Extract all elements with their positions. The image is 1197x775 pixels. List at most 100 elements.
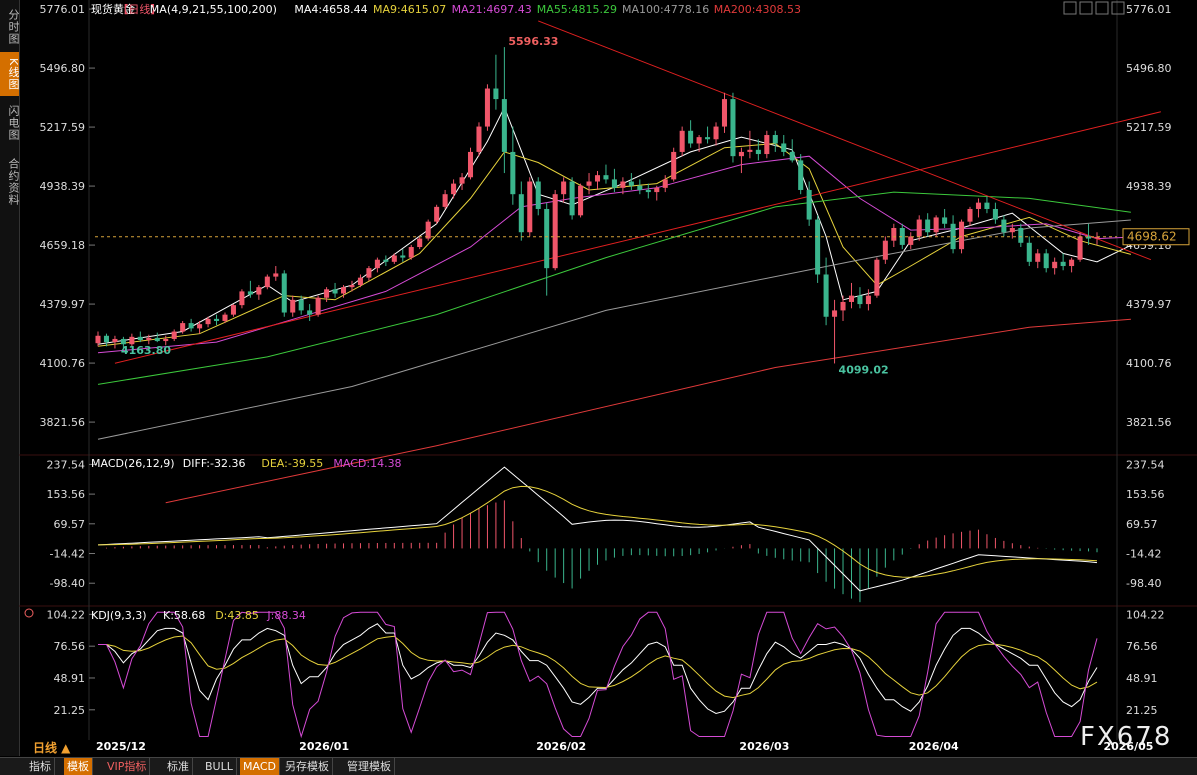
- candle-body: [383, 259, 389, 262]
- side-tab-1[interactable]: K线图: [0, 52, 20, 96]
- side-tab-2[interactable]: 闪电图: [0, 100, 20, 146]
- toolbar-item-5[interactable]: MACD: [240, 758, 280, 775]
- macd-tick-left-4: -98.40: [50, 577, 85, 590]
- window-tool-0[interactable]: [1063, 1, 1077, 15]
- candle-body: [188, 323, 194, 329]
- side-tab-3[interactable]: 合约资料: [0, 150, 20, 214]
- window-tool-1[interactable]: [1079, 1, 1093, 15]
- candle-body: [823, 274, 829, 317]
- macd-tick-left-2: 69.57: [54, 518, 86, 531]
- toolbar-item-4[interactable]: BULL: [202, 758, 237, 775]
- candle-body: [815, 219, 821, 275]
- candle-body: [154, 337, 160, 342]
- side-tab-0[interactable]: 分时图: [0, 6, 20, 48]
- candle-body: [959, 221, 965, 250]
- toolbar-item-2[interactable]: VIP指标: [104, 758, 151, 775]
- candle-body: [857, 295, 863, 305]
- candle-body: [908, 236, 914, 245]
- candle-body: [501, 99, 507, 152]
- candle-body: [569, 181, 575, 216]
- watermark: FX678: [1080, 722, 1173, 752]
- candle-body: [146, 337, 152, 340]
- candle-body: [273, 273, 279, 277]
- main-tick-left-2: 5217.59: [40, 121, 86, 134]
- main-tick-right-6: 4100.76: [1126, 357, 1172, 370]
- candle-body: [637, 185, 643, 190]
- main-tick-left-6: 4100.76: [40, 357, 86, 370]
- macd-diff: DIFF:-32.36: [183, 457, 246, 470]
- candle-body: [1026, 242, 1032, 262]
- kdj-title: KDJ(9,3,3): [91, 609, 147, 622]
- toolbar-item-0[interactable]: 指标: [26, 758, 55, 775]
- toolbar-item-1[interactable]: 模板: [64, 758, 93, 775]
- candle-body: [925, 219, 931, 233]
- candle-body: [290, 299, 296, 313]
- window-tool-3[interactable]: [1111, 1, 1125, 15]
- main-tick-left-7: 3821.56: [40, 416, 86, 429]
- candle-body: [891, 228, 897, 241]
- candle-body: [425, 221, 431, 239]
- candle-body: [713, 126, 719, 140]
- candle-body: [738, 151, 744, 157]
- candle-body: [705, 137, 711, 140]
- ma-value-3: MA55:4815.29: [537, 3, 617, 16]
- candle-body: [214, 318, 220, 321]
- main-tick-left-0: 5776.01: [40, 3, 86, 16]
- x-axis-label-1: 2026/01: [299, 740, 349, 753]
- candle-body: [942, 217, 948, 224]
- window-tool-2[interactable]: [1095, 1, 1109, 15]
- macd-macd: MACD:14.38: [333, 457, 401, 470]
- start-annotation: 4163.80: [121, 344, 171, 357]
- main-tick-right-3: 4938.39: [1126, 180, 1172, 193]
- kdj-tick-left-1: 76.56: [54, 640, 86, 653]
- candle-body: [984, 202, 990, 209]
- price-chart[interactable]: 5776.01 5776.01 5496.80 5496.80 5217.59 5217.…: [19, 0, 1197, 756]
- candle-body: [840, 301, 846, 311]
- toolbar-item-6[interactable]: 另存模板: [282, 758, 333, 775]
- x-axis-label-4: 2026/04: [909, 740, 959, 753]
- candle-body: [874, 259, 880, 296]
- candle-body: [171, 331, 177, 339]
- kdj-tick-left-3: 21.25: [54, 704, 86, 717]
- toolbar-item-3[interactable]: 标准: [164, 758, 193, 775]
- candle-body: [205, 318, 211, 325]
- kdj-d: D:43.85: [215, 609, 259, 622]
- candle-body: [307, 310, 313, 315]
- main-tick-right-2: 5217.59: [1126, 121, 1172, 134]
- candle-body: [1001, 219, 1007, 233]
- candle-body: [332, 289, 338, 294]
- candle-body: [594, 175, 601, 182]
- kdj-settings-icon: [24, 608, 34, 618]
- main-tick-right-1: 5496.80: [1126, 62, 1172, 75]
- candle-body: [103, 335, 109, 343]
- candle-body: [586, 181, 592, 186]
- trendline-up: [114, 111, 1161, 364]
- candle-body: [992, 208, 998, 220]
- main-tick-left-4: 4659.18: [40, 239, 86, 252]
- candle-body: [865, 295, 871, 305]
- candle-body: [755, 149, 761, 155]
- candle-body: [349, 285, 355, 288]
- candle-body: [578, 185, 584, 216]
- side-tabs: 分时图 K线图闪电图合约资料: [0, 0, 20, 756]
- trendline-down: [538, 20, 1152, 261]
- period-selector[interactable]: 日线 ▲: [33, 740, 71, 755]
- x-axis-label-0: 2025/12: [96, 740, 146, 753]
- kdj-tick-right-1: 76.56: [1126, 640, 1158, 653]
- candle-body: [417, 238, 423, 248]
- main-tick-right-5: 4379.97: [1126, 298, 1172, 311]
- macd-tick-left-0: 237.54: [47, 458, 86, 471]
- candle-body: [1043, 253, 1049, 269]
- ma-line-MA200: [165, 318, 1131, 504]
- candle-body: [544, 208, 550, 269]
- candle-body: [552, 194, 558, 269]
- toolbar-item-7[interactable]: 管理模板: [344, 758, 395, 775]
- candle-body: [197, 324, 203, 329]
- candle-body: [467, 151, 474, 178]
- main-tick-right-7: 3821.56: [1126, 416, 1172, 429]
- main-tick-left-5: 4379.97: [40, 298, 86, 311]
- ma-value-1: MA9:4615.07: [373, 3, 446, 16]
- candle-body: [1069, 259, 1075, 267]
- ma-value-5: MA200:4308.53: [714, 3, 801, 16]
- candle-body: [730, 99, 736, 157]
